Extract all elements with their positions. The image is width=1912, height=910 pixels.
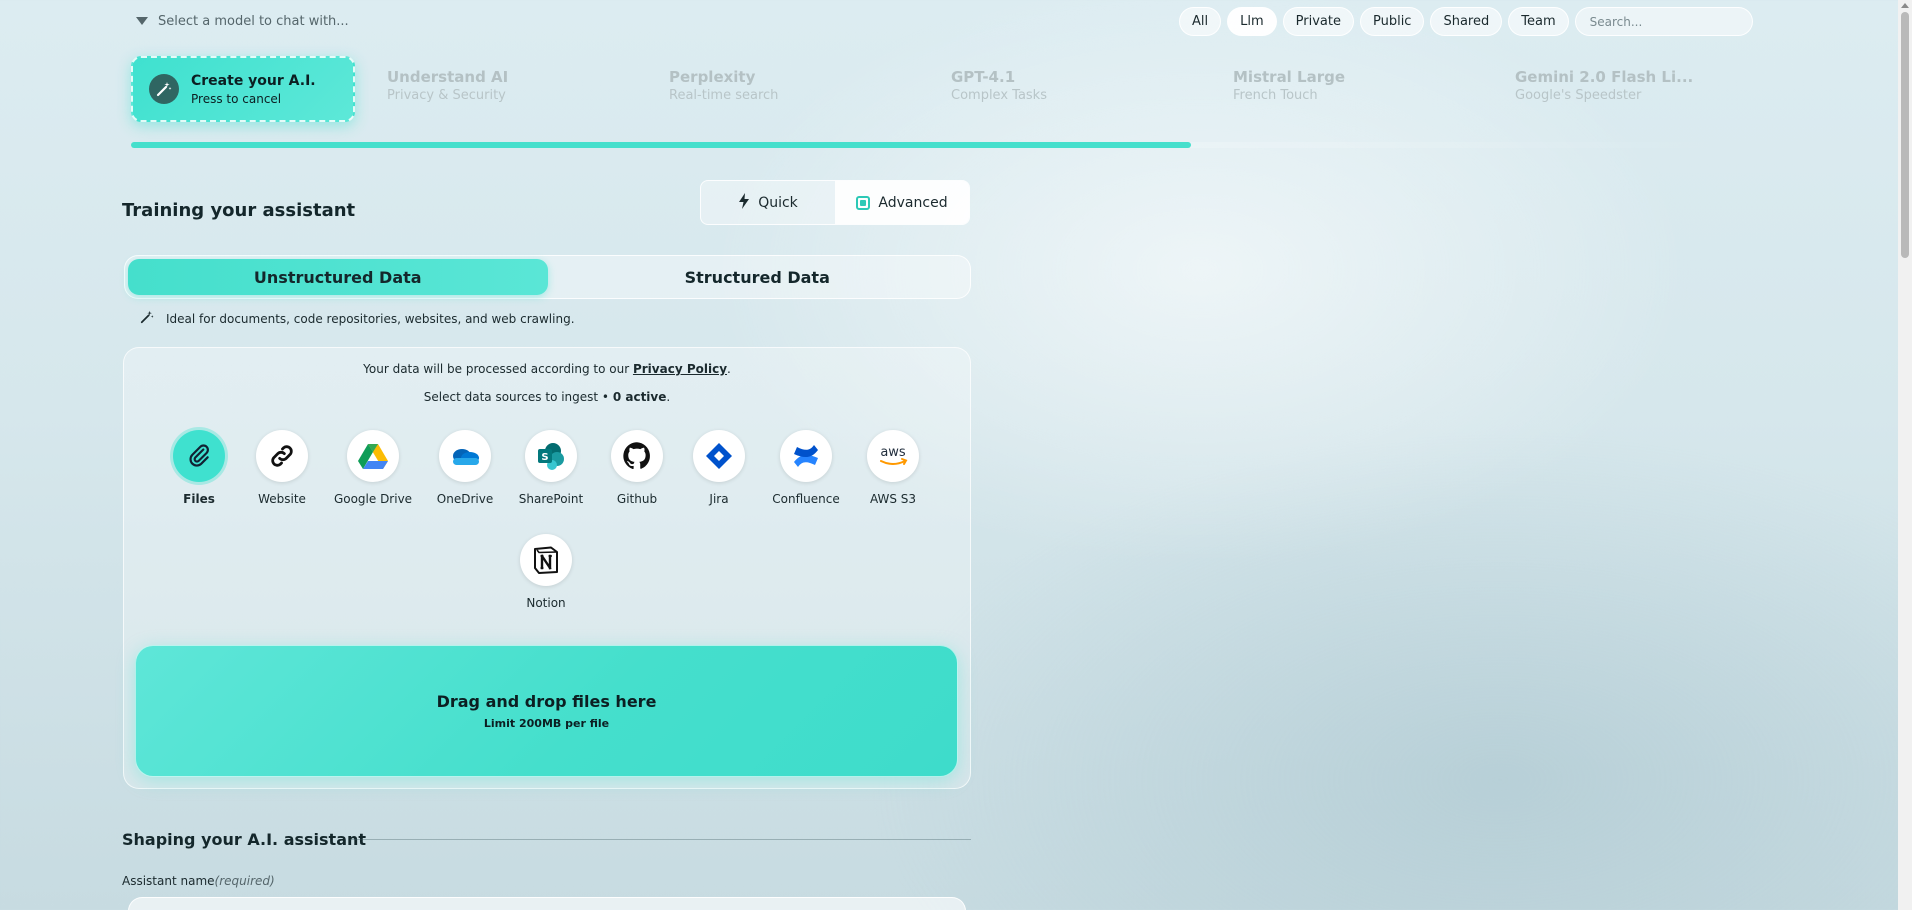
model-card-title: Perplexity bbox=[669, 68, 756, 86]
source-aws-s3[interactable]: aws AWS S3 bbox=[843, 430, 943, 506]
caret-down-icon bbox=[136, 17, 148, 25]
model-card-title: GPT-4.1 bbox=[951, 68, 1016, 86]
github-icon bbox=[611, 430, 663, 482]
model-card-understand-ai[interactable]: Understand AI Privacy & Security bbox=[373, 56, 643, 122]
privacy-policy-link[interactable]: Privacy Policy bbox=[633, 362, 727, 376]
source-label: SharePoint bbox=[518, 492, 584, 506]
model-carousel: Create your A.I. Press to cancel Underst… bbox=[131, 56, 1771, 122]
data-type-tabs: Unstructured Data Structured Data bbox=[124, 255, 971, 299]
model-card-subtitle: Google's Speedster bbox=[1515, 88, 1642, 103]
sharepoint-icon: S bbox=[525, 430, 577, 482]
paperclip-icon bbox=[173, 430, 225, 482]
section-title-shaping: Shaping your A.I. assistant bbox=[122, 830, 367, 849]
model-card-perplexity[interactable]: Perplexity Real-time search bbox=[655, 56, 925, 122]
source-notion[interactable]: Notion bbox=[496, 534, 596, 610]
hint-text: Ideal for documents, code repositories, … bbox=[166, 311, 575, 326]
filter-public[interactable]: Public bbox=[1359, 7, 1425, 36]
mode-toggle: Quick Advanced bbox=[700, 180, 970, 225]
link-icon bbox=[256, 430, 308, 482]
model-card-title: Understand AI bbox=[387, 68, 509, 86]
section-title-training: Training your assistant bbox=[122, 200, 356, 221]
source-label: OneDrive bbox=[436, 492, 494, 506]
data-type-hint: Ideal for documents, code repositories, … bbox=[140, 310, 575, 327]
notion-icon bbox=[520, 534, 572, 586]
svg-text:aws: aws bbox=[880, 445, 906, 460]
svg-text:S: S bbox=[541, 452, 548, 463]
magic-wand-icon bbox=[149, 74, 179, 104]
chip-icon bbox=[856, 195, 871, 210]
dropzone-title: Drag and drop files here bbox=[436, 692, 657, 711]
source-label: Notion bbox=[526, 596, 566, 610]
model-card-subtitle: Press to cancel bbox=[191, 91, 282, 106]
model-card-mistral-large[interactable]: Mistral Large French Touch bbox=[1219, 56, 1489, 122]
privacy-prefix: Your data will be processed according to… bbox=[363, 362, 633, 376]
model-card-subtitle: Complex Tasks bbox=[951, 88, 1047, 103]
source-confluence[interactable]: Confluence bbox=[756, 430, 856, 506]
filter-bar: All Llm Private Public Shared Team bbox=[1179, 7, 1753, 36]
source-jira[interactable]: Jira bbox=[669, 430, 769, 506]
magic-wand-icon bbox=[140, 310, 154, 327]
carousel-progress-fill bbox=[131, 142, 1191, 148]
confluence-icon bbox=[780, 430, 832, 482]
tab-unstructured-data[interactable]: Unstructured Data bbox=[128, 259, 548, 295]
model-card-create-ai[interactable]: Create your A.I. Press to cancel bbox=[131, 56, 355, 122]
filter-shared[interactable]: Shared bbox=[1430, 7, 1503, 36]
lightning-icon bbox=[738, 192, 750, 213]
source-onedrive[interactable]: OneDrive bbox=[415, 430, 515, 506]
scrollbar-thumb[interactable] bbox=[1901, 12, 1909, 258]
search-input[interactable] bbox=[1574, 7, 1753, 36]
jira-icon bbox=[693, 430, 745, 482]
source-label: Github bbox=[616, 492, 658, 506]
tab-structured-data[interactable]: Structured Data bbox=[548, 259, 968, 295]
model-card-subtitle: French Touch bbox=[1233, 88, 1318, 103]
scroll-up-arrow-icon[interactable] bbox=[1899, 0, 1911, 10]
privacy-notice: Your data will be processed according to… bbox=[123, 362, 971, 376]
model-card-title: Create your A.I. bbox=[191, 72, 316, 89]
source-label: Jira bbox=[709, 492, 729, 506]
assistant-name-input[interactable] bbox=[128, 897, 966, 910]
filter-team[interactable]: Team bbox=[1508, 7, 1569, 36]
required-indicator: (required) bbox=[214, 874, 275, 888]
google-drive-icon bbox=[347, 430, 399, 482]
source-label: Website bbox=[258, 492, 306, 506]
source-google-drive[interactable]: Google Drive bbox=[323, 430, 423, 506]
source-sharepoint[interactable]: S SharePoint bbox=[501, 430, 601, 506]
aws-icon: aws bbox=[867, 430, 919, 482]
model-card-subtitle: Real-time search bbox=[669, 88, 779, 103]
select-suffix: . bbox=[666, 390, 671, 404]
filter-all[interactable]: All bbox=[1179, 7, 1222, 36]
select-prefix: Select data sources to ingest • bbox=[423, 390, 613, 404]
source-label: AWS S3 bbox=[869, 492, 917, 506]
mode-quick-button[interactable]: Quick bbox=[701, 181, 835, 224]
model-card-title: Gemini 2.0 Flash Li... bbox=[1515, 68, 1694, 86]
source-website[interactable]: Website bbox=[232, 430, 332, 506]
dropzone-limit: Limit 200MB per file bbox=[483, 717, 610, 730]
section-divider bbox=[350, 839, 971, 840]
source-label: Google Drive bbox=[333, 492, 413, 506]
model-card-title: Mistral Large bbox=[1233, 68, 1346, 86]
onedrive-icon bbox=[439, 430, 491, 482]
active-count: 0 active bbox=[612, 390, 667, 404]
model-card-gemini-flash[interactable]: Gemini 2.0 Flash Li... Google's Speedste… bbox=[1501, 56, 1771, 122]
mode-advanced-button[interactable]: Advanced bbox=[835, 181, 969, 224]
source-selection-status: Select data sources to ingest • 0 active… bbox=[123, 390, 971, 404]
model-select[interactable]: Select a model to chat with... bbox=[136, 10, 349, 32]
mode-quick-label: Quick bbox=[758, 194, 798, 211]
assistant-name-label: Assistant name(required) bbox=[122, 874, 275, 888]
assistant-name-label-text: Assistant name bbox=[122, 874, 215, 888]
model-select-placeholder: Select a model to chat with... bbox=[158, 13, 349, 29]
model-card-gpt-4-1[interactable]: GPT-4.1 Complex Tasks bbox=[937, 56, 1207, 122]
mode-advanced-label: Advanced bbox=[878, 194, 948, 211]
source-label: Files bbox=[183, 492, 215, 506]
model-card-subtitle: Privacy & Security bbox=[387, 88, 506, 103]
file-dropzone[interactable]: Drag and drop files here Limit 200MB per… bbox=[135, 645, 958, 777]
filter-private[interactable]: Private bbox=[1282, 7, 1354, 36]
privacy-suffix: . bbox=[727, 362, 731, 376]
source-label: Confluence bbox=[772, 492, 840, 506]
filter-llm[interactable]: Llm bbox=[1227, 7, 1277, 36]
